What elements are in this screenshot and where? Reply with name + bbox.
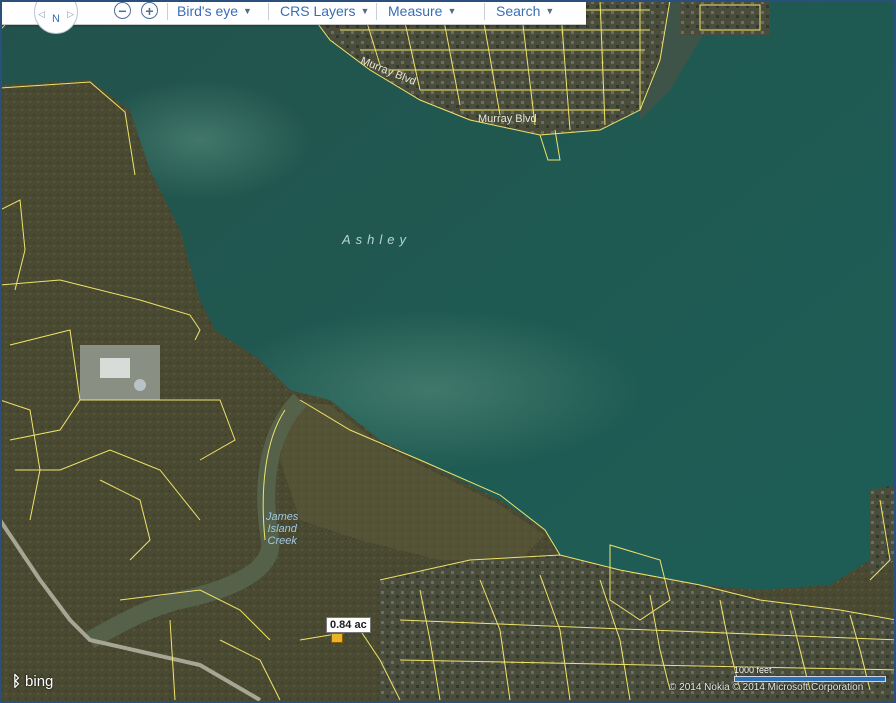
chevron-down-icon: ▼ [545,6,555,16]
scale-label: 1000 feet [734,665,772,675]
facility-tank [134,379,146,391]
street-label-murray-2: Murray Blvd [478,113,537,125]
bing-b-icon: ᛒ [12,673,22,690]
toolbar-separator [376,3,377,20]
facility-building [100,358,130,378]
map-toolbar: ◁ N ▷ − + Bird's eye ▼ CRS Layers ▼ Measur… [0,0,586,34]
parcel-pin-icon[interactable] [331,633,343,643]
parcel-area-tag[interactable]: 0.84 ac [326,617,371,633]
birds-eye-label: Bird's eye [177,3,239,19]
copyright-text: © 2014 Nokia © 2014 Microsoft Corporatio… [669,682,864,693]
crs-layers-menu[interactable]: CRS Layers ▼ [280,3,369,19]
search-label: Search [496,3,541,19]
measure-menu[interactable]: Measure ▼ [388,3,456,19]
creek-label-line: Island [267,523,297,535]
crs-layers-label: CRS Layers [280,3,356,19]
chevron-down-icon: ▼ [447,6,457,16]
measure-label: Measure [388,3,443,19]
chevron-down-icon: ▼ [243,6,252,16]
toolbar-separator [484,3,485,20]
toolbar-separator [268,3,269,20]
creek-label-line: Creek [267,535,297,547]
map-canvas[interactable]: Murray Blvd Murray Blvd [0,0,896,703]
creek-label-line: James [266,511,299,523]
rotate-left-icon[interactable]: ◁ [38,9,45,20]
bing-logo: ᛒ bing [12,673,53,690]
toolbar-separator [167,3,168,20]
chevron-down-icon: ▼ [360,6,370,16]
bing-logo-text: bing [25,673,54,690]
zoom-out-icon[interactable]: − [114,2,131,19]
east-shore [870,485,896,575]
zoom-in-icon[interactable]: + [141,2,158,19]
compass-north-label: N [52,13,60,25]
birds-eye-menu[interactable]: Bird's eye ▼ [177,3,252,19]
search-menu[interactable]: Search ▼ [496,3,554,19]
rotate-right-icon[interactable]: ▷ [67,9,74,20]
creek-label: James Island Creek [266,511,298,547]
water-label-ashley: Ashley [342,232,412,247]
